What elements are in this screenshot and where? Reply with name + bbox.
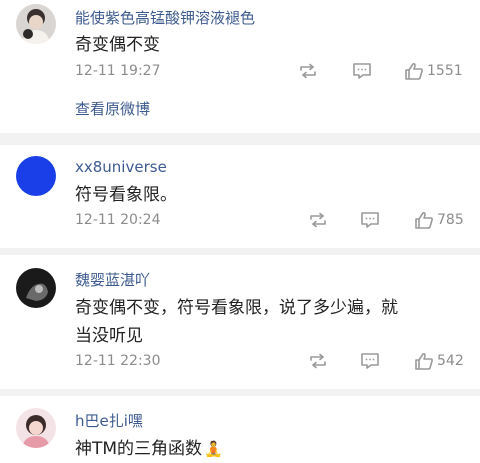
comment-text-body: 神TM的三角函数: [75, 439, 203, 459]
like-count: 1551: [427, 63, 463, 79]
like-icon: [405, 62, 423, 80]
comment-text: 符号看象限。: [75, 185, 177, 205]
comment-icon: [353, 63, 371, 79]
like-count: 785: [437, 212, 464, 228]
repost-icon: [300, 63, 316, 79]
like-count: 542: [437, 353, 464, 369]
comment-card: h巴e扎i嘿 神TM的三角函数 🧘: [0, 396, 480, 463]
repost-button[interactable]: [297, 61, 319, 81]
comment-text-line-1: 奇变偶不变，符号看象限，说了多少遍，就: [75, 298, 398, 318]
timestamp: 12-11 19:27: [75, 63, 161, 79]
avatar[interactable]: [16, 268, 56, 308]
timestamp: 12-11 22:30: [75, 353, 161, 369]
comment-button[interactable]: [359, 210, 381, 230]
username[interactable]: xx8universe: [75, 158, 167, 176]
repost-icon: [310, 212, 326, 228]
comment-card: 能使紫色高锰酸钾溶液褪色 奇变偶不变 12-11 19:27 1551 查看原微…: [0, 0, 480, 133]
avatar[interactable]: [16, 4, 56, 44]
comment-icon: [361, 353, 379, 369]
comment-button[interactable]: [351, 61, 373, 81]
comment-icon: [361, 212, 379, 228]
username[interactable]: 魏婴蓝湛吖: [75, 269, 150, 290]
like-icon: [415, 211, 433, 229]
avatar[interactable]: [16, 156, 56, 196]
comment-button[interactable]: [359, 351, 381, 371]
comment-card: 魏婴蓝湛吖 奇变偶不变，符号看象限，说了多少遍，就 当没听见 12-11 22:…: [0, 255, 480, 389]
avatar[interactable]: [16, 408, 56, 448]
like-button[interactable]: 1551: [404, 61, 463, 81]
view-original-link[interactable]: 查看原微博: [75, 98, 150, 119]
repost-button[interactable]: [307, 210, 329, 230]
like-button[interactable]: 542: [414, 351, 464, 371]
comment-text-line-2: 当没听见: [75, 326, 143, 346]
username[interactable]: h巴e扎i嘿: [75, 410, 143, 431]
like-icon: [415, 352, 433, 370]
username[interactable]: 能使紫色高锰酸钾溶液褪色: [75, 7, 255, 28]
repost-button[interactable]: [307, 351, 329, 371]
like-button[interactable]: 785: [414, 210, 464, 230]
timestamp: 12-11 20:24: [75, 212, 161, 228]
meditation-emoji-icon: 🧘: [204, 440, 223, 458]
comment-text: 奇变偶不变: [75, 35, 160, 55]
comment-text: 神TM的三角函数 🧘: [75, 434, 223, 459]
comment-card: xx8universe 符号看象限。 12-11 20:24 785: [0, 145, 480, 248]
repost-icon: [310, 353, 326, 369]
